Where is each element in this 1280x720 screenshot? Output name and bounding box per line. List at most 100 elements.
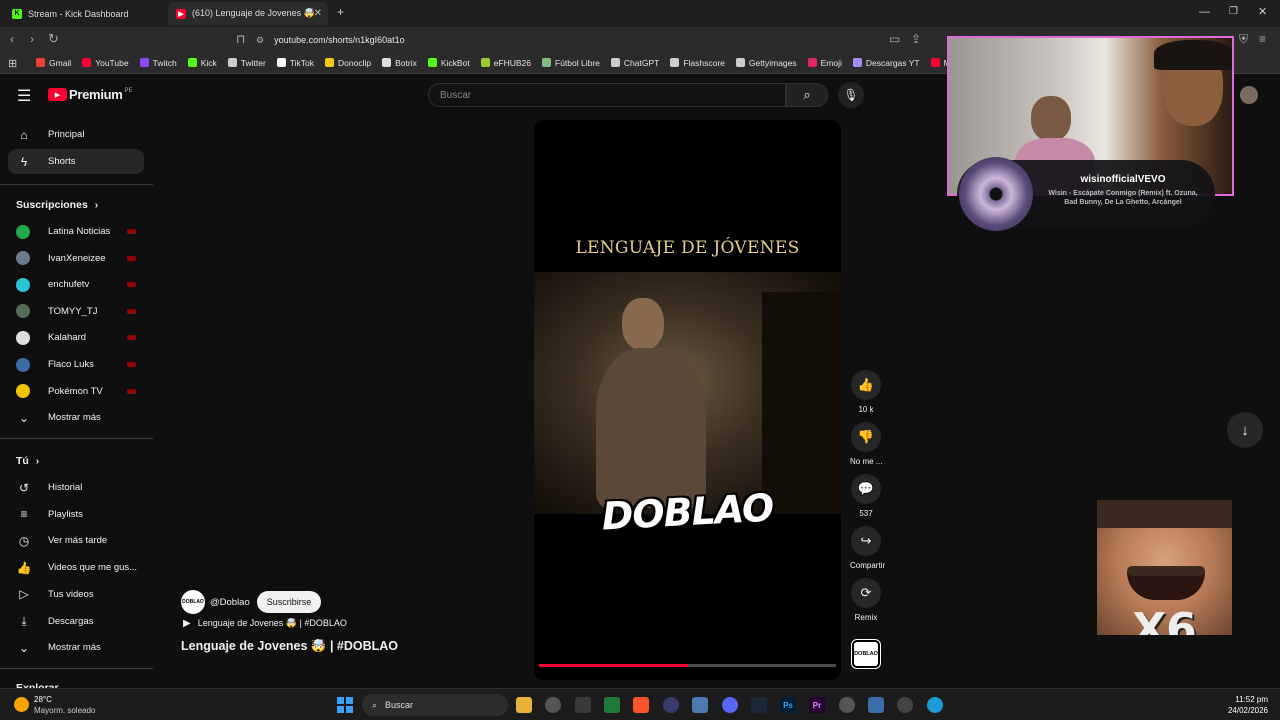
dislike-action[interactable]: 👎 No me ...	[850, 422, 882, 466]
playlist-line-text: Lenguaje de Jovenes 🤯 | #DOBLAO	[197, 618, 347, 628]
you-heading[interactable]: Tú ›	[16, 455, 39, 467]
sidebar-divider	[0, 184, 153, 185]
bookmark-item[interactable]: Descargas YT	[852, 58, 920, 68]
bookmark-item[interactable]: Kick	[187, 57, 217, 68]
shield-icon[interactable]: ⛨	[1239, 32, 1248, 47]
forward-icon[interactable]: ›	[30, 32, 34, 46]
bookmark-item[interactable]: Flashscore	[670, 58, 725, 68]
bookmark-item[interactable]: eFHUB26	[480, 58, 531, 68]
search-button[interactable]: ⌕	[786, 83, 828, 107]
sidebar-item-thumbs-up[interactable]: 👍 Videos que me gus...	[8, 555, 144, 580]
bookmark-item[interactable]: Gettyimages	[735, 58, 797, 68]
playlist-line[interactable]: ▶ Lenguaje de Jovenes 🤯 | #DOBLAO	[183, 618, 347, 629]
dislike-icon[interactable]: 👎	[851, 422, 881, 452]
bookmark-icon[interactable]: ⊓	[236, 32, 245, 46]
bookmark-item[interactable]: Emoji	[807, 58, 842, 68]
sidebar-subscription-item[interactable]: Pokémon TV	[8, 379, 144, 404]
discord-icon[interactable]	[722, 697, 738, 713]
shorts-video-player[interactable]: LENGUAJE DE JÓVENES DOBLAO	[534, 120, 841, 680]
bookmark-item[interactable]: Donoclip	[325, 58, 371, 68]
sidebar-item-clock[interactable]: ◷ Ver más tarde	[8, 528, 144, 553]
apps-grid-icon[interactable]: ⊞	[8, 57, 17, 70]
sound-thumbnail[interactable]: DOBLAO	[851, 639, 881, 669]
weather-icon[interactable]	[14, 697, 29, 712]
like-action[interactable]: 👍 10 k	[850, 370, 882, 414]
bookmark-item[interactable]: KickBot	[427, 58, 470, 68]
comment-action[interactable]: 💬 537	[850, 474, 882, 518]
sidebar-subscription-item[interactable]: Flaco Luks	[8, 352, 144, 377]
new-tab-button[interactable]: +	[337, 5, 344, 19]
file-explorer-icon[interactable]	[516, 697, 532, 713]
bookmark-label: Kick	[200, 57, 217, 68]
bookmark-item[interactable]: YouTube	[82, 58, 129, 68]
arrow-down-icon: ↓	[1241, 421, 1249, 439]
avatar[interactable]	[1240, 86, 1258, 104]
premiere-icon[interactable]: Pr	[809, 697, 825, 713]
cast-icon[interactable]: ▭	[889, 32, 900, 46]
sidebar-item-principal[interactable]: ⌂ Principal	[8, 122, 144, 147]
bookmark-item[interactable]: Twitter	[227, 58, 266, 68]
restore-icon[interactable]: ❐	[1229, 6, 1238, 17]
search-input[interactable]: Buscar	[428, 83, 786, 107]
calculator-icon[interactable]	[692, 697, 708, 713]
share-action[interactable]: ↪ Compartir	[850, 526, 885, 570]
sidebar-subscription-item[interactable]: TOMYY_TJ	[8, 299, 144, 324]
bookmark-item[interactable]: TikTok	[276, 58, 314, 68]
sidebar-subscription-item[interactable]: enchufetv	[8, 272, 144, 297]
comment-icon[interactable]: 💬	[851, 474, 881, 504]
edge-icon[interactable]	[927, 697, 943, 713]
youtube-premium-logo[interactable]: ▶ Premium PE	[48, 87, 133, 102]
sidebar-item-playlist[interactable]: ≡ Playlists	[8, 502, 144, 527]
share-page-icon[interactable]: ⇪	[911, 32, 921, 46]
sidebar-subscription-item[interactable]: Latina Noticias	[8, 219, 144, 244]
sidebar-item-shorts[interactable]: ϟ Shorts	[8, 149, 144, 174]
bookmark-item[interactable]: ChatGPT	[610, 58, 659, 68]
app-icon[interactable]	[575, 697, 591, 713]
url-field[interactable]: ⚙ youtube.com/shorts/n1kgI60at1o	[256, 31, 956, 49]
remix-action[interactable]: ⟳ Remix	[850, 578, 882, 622]
tab-youtube-short[interactable]: ▶ (610) Lenguaje de Jovenes 🤯 ✕	[168, 2, 328, 25]
chrome-icon[interactable]	[545, 697, 561, 713]
site-info-icon[interactable]: ⚙	[256, 35, 264, 46]
sidebar-item-download[interactable]: ⤓ Descargas	[8, 609, 144, 634]
sidebar-subscription-item[interactable]: Kalahard	[8, 325, 144, 350]
brave-icon[interactable]	[633, 697, 649, 713]
bookmark-item[interactable]: Gmail	[36, 58, 71, 68]
windows-start-icon[interactable]	[337, 697, 353, 713]
logo-text: Premium	[69, 87, 123, 102]
channel-handle[interactable]: @Doblao	[210, 597, 250, 608]
menu-icon[interactable]: ≡	[1259, 32, 1266, 46]
channel-avatar[interactable]: DOBLAO	[181, 590, 205, 614]
progress-track[interactable]	[539, 664, 836, 667]
subscriptions-heading[interactable]: Suscripciones ›	[16, 199, 98, 211]
steam-icon[interactable]	[751, 697, 767, 713]
show-more-subscriptions[interactable]: ⌄ Mostrar más	[8, 405, 144, 430]
reload-icon[interactable]: ↻	[48, 31, 59, 47]
close-window-icon[interactable]: ✕	[1258, 5, 1267, 18]
show-more-you[interactable]: ⌄ Mostrar más	[8, 635, 144, 660]
tab-kick-dashboard[interactable]: K Stream - Kick Dashboard	[4, 2, 164, 25]
share-icon[interactable]: ↪	[851, 526, 881, 556]
media-player-icon[interactable]	[897, 697, 913, 713]
notepad-icon[interactable]	[868, 697, 884, 713]
sidebar-subscription-item[interactable]: IvanXeneizee	[8, 246, 144, 271]
photoshop-icon[interactable]: Ps	[780, 697, 796, 713]
voice-search-button[interactable]: 🎙	[838, 82, 864, 108]
sidebar-item-history[interactable]: ↺ Historial	[8, 475, 144, 500]
subscribe-button[interactable]: Suscribirse	[256, 591, 322, 613]
bookmark-item[interactable]: Botrix	[382, 58, 417, 68]
taskbar-search[interactable]: ⌕ Buscar	[362, 694, 508, 716]
next-short-button[interactable]: ↓	[1227, 412, 1263, 448]
bookmark-item[interactable]: Twitch	[139, 58, 177, 68]
like-icon[interactable]: 👍	[851, 370, 881, 400]
app-icon[interactable]	[663, 697, 679, 713]
hamburger-menu-icon[interactable]: ☰	[17, 86, 31, 106]
settings-icon[interactable]	[839, 697, 855, 713]
minimize-icon[interactable]: —	[1199, 6, 1210, 18]
close-tab-icon[interactable]: ✕	[314, 8, 322, 19]
remix-icon[interactable]: ⟳	[851, 578, 881, 608]
app-icon[interactable]	[604, 697, 620, 713]
sidebar-item-your-videos[interactable]: ▷ Tus videos	[8, 582, 144, 607]
back-icon[interactable]: ‹	[10, 32, 14, 46]
bookmark-item[interactable]: Fútbol Libre	[542, 58, 600, 68]
